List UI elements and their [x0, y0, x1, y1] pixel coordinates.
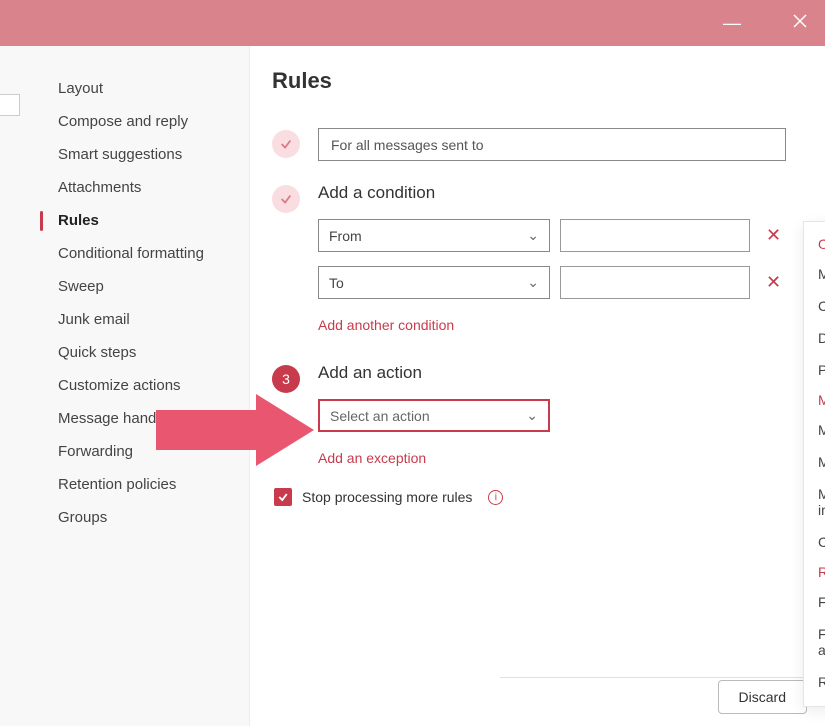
sidebar-item[interactable]: Rules	[46, 204, 249, 237]
chevron-down-icon: ⌄	[526, 407, 538, 424]
menu-option[interactable]: Categorize	[804, 526, 825, 558]
menu-option[interactable]: Mark with importance	[804, 478, 825, 526]
menu-group-header: Organize	[804, 230, 825, 258]
sidebar-item[interactable]: Groups	[46, 501, 249, 534]
menu-option[interactable]: Pin to top	[804, 354, 825, 386]
add-exception-link[interactable]: Add an exception	[318, 450, 426, 466]
page-title: Rules	[272, 68, 801, 94]
discard-button[interactable]: Discard	[718, 680, 807, 714]
menu-option[interactable]: Move to	[804, 258, 825, 290]
rules-pane: Rules Add a condition From ⌄	[250, 46, 825, 726]
sidebar-item[interactable]: Layout	[46, 72, 249, 105]
action-dropdown-menu: OrganizeMove toCopy toDeletePin to topMa…	[803, 221, 825, 707]
stop-processing-checkbox[interactable]	[274, 488, 292, 506]
step-scope	[272, 128, 801, 161]
menu-option[interactable]: Redirect to	[804, 666, 825, 698]
action-placeholder: Select an action	[330, 408, 430, 424]
step-check-icon	[272, 185, 300, 213]
chevron-down-icon: ⌄	[527, 274, 539, 291]
close-icon[interactable]	[793, 14, 807, 33]
condition-select-from[interactable]: From ⌄	[318, 219, 550, 252]
scope-input[interactable]	[318, 128, 786, 161]
sidebar-item[interactable]: Attachments	[46, 171, 249, 204]
sidebar-item[interactable]: Retention policies	[46, 468, 249, 501]
sidebar-item[interactable]: Message handling	[46, 402, 249, 435]
sidebar-item[interactable]: Forwarding	[46, 435, 249, 468]
condition-label: To	[329, 275, 344, 291]
stop-processing-label: Stop processing more rules	[302, 489, 472, 505]
settings-sidebar: LayoutCompose and replySmart suggestions…	[0, 46, 250, 726]
step-check-icon	[272, 130, 300, 158]
sidebar-item[interactable]: Conditional formatting	[46, 237, 249, 270]
menu-option[interactable]: Copy to	[804, 290, 825, 322]
step-number-badge: 3	[272, 365, 300, 393]
condition-value-input[interactable]	[560, 219, 750, 252]
menu-option[interactable]: Forward as attachment	[804, 618, 825, 666]
condition-select-to[interactable]: To ⌄	[318, 266, 550, 299]
step-title: Add an action	[318, 363, 801, 383]
window-titlebar: —	[0, 0, 825, 46]
step-condition: Add a condition From ⌄ ✕ To ⌄ ✕	[272, 183, 801, 333]
sidebar-item[interactable]: Customize actions	[46, 369, 249, 402]
sidebar-item[interactable]: Compose and reply	[46, 105, 249, 138]
footer-divider	[500, 677, 825, 678]
condition-value-input[interactable]	[560, 266, 750, 299]
menu-option[interactable]: Forward to	[804, 586, 825, 618]
action-select[interactable]: Select an action ⌄	[318, 399, 550, 432]
menu-option[interactable]: Delete	[804, 322, 825, 354]
sidebar-item[interactable]: Junk email	[46, 303, 249, 336]
condition-row: From ⌄ ✕	[318, 219, 801, 252]
step-action: 3 Add an action Select an action ⌄ Add a…	[272, 363, 801, 466]
partial-input[interactable]	[0, 94, 20, 116]
step-title: Add a condition	[318, 183, 801, 203]
menu-option[interactable]: Mark as Junk	[804, 446, 825, 478]
remove-condition-icon[interactable]: ✕	[766, 272, 781, 293]
sidebar-item[interactable]: Quick steps	[46, 336, 249, 369]
menu-option[interactable]: Mark as read	[804, 414, 825, 446]
remove-condition-icon[interactable]: ✕	[766, 225, 781, 246]
condition-label: From	[329, 228, 362, 244]
menu-group-header: Route	[804, 558, 825, 586]
stop-processing-row: Stop processing more rules i	[274, 488, 801, 506]
chevron-down-icon: ⌄	[527, 227, 539, 244]
condition-row: To ⌄ ✕	[318, 266, 801, 299]
dialog-footer: Discard	[718, 680, 807, 714]
menu-group-header: Mark message	[804, 386, 825, 414]
sidebar-item[interactable]: Sweep	[46, 270, 249, 303]
info-icon[interactable]: i	[488, 490, 503, 505]
add-condition-link[interactable]: Add another condition	[318, 317, 454, 333]
minimize-icon[interactable]: —	[723, 13, 741, 34]
sidebar-item[interactable]: Smart suggestions	[46, 138, 249, 171]
